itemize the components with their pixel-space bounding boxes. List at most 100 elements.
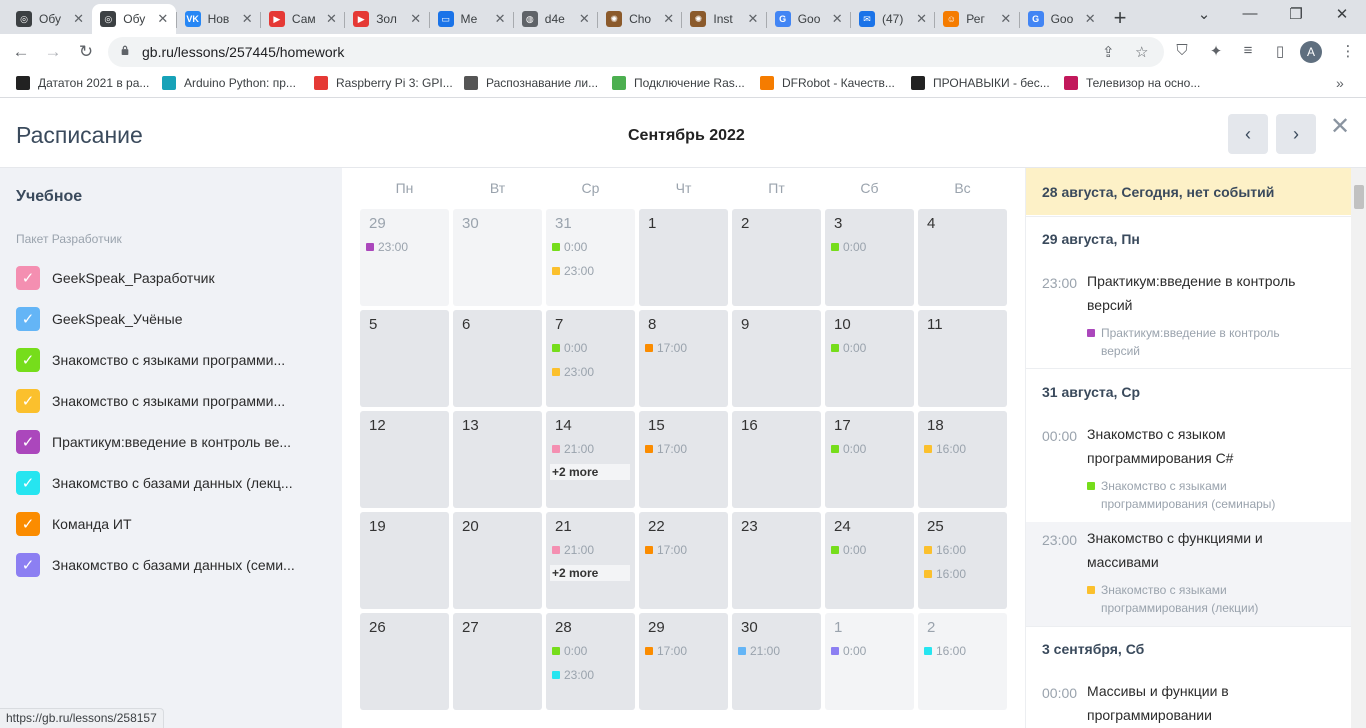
event-chip[interactable]: 17:00 [645,541,687,559]
day-cell[interactable]: 6 [453,310,542,407]
day-cell[interactable]: 20 [453,512,542,609]
browser-tab[interactable]: G Goo ✕ [1020,4,1104,34]
profile-avatar[interactable]: A [1300,41,1322,63]
calendar-filter-item[interactable]: ✓ Знакомство с базами данных (семи... [16,553,326,577]
bookmark-item[interactable]: Raspberry Pi 3: GPI... [314,76,453,90]
event-chip[interactable]: 16:00 [924,440,966,458]
day-cell[interactable]: 23 [732,512,821,609]
day-cell[interactable]: 7 0:00 23:00 [546,310,635,407]
agenda-event-title[interactable]: Практикум:введение в контроль версий [1087,269,1332,317]
browser-tab[interactable]: ◍ d4e ✕ [514,4,598,34]
share-icon[interactable]: ⇪ [1102,43,1115,61]
calendar-filter-item[interactable]: ✓ Команда ИТ [16,512,326,536]
bookmarks-overflow-icon[interactable]: » [1336,75,1344,91]
day-cell[interactable]: 14 21:00 +2 more [546,411,635,508]
event-chip[interactable]: 0:00 [552,642,587,660]
browser-menu-icon[interactable]: ⋮ [1338,42,1358,60]
close-tab-icon[interactable]: ✕ [1085,11,1096,27]
agenda-scrollbar[interactable] [1351,168,1366,728]
day-cell[interactable]: 2 [732,209,821,306]
event-chip[interactable]: 0:00 [831,238,866,256]
close-tab-icon[interactable]: ✕ [1000,11,1011,27]
more-events-link[interactable]: +2 more [550,464,630,480]
close-tab-icon[interactable]: ✕ [663,11,674,27]
browser-tab[interactable]: G Goo ✕ [767,4,851,34]
day-cell[interactable]: 9 [732,310,821,407]
calendar-filter-item[interactable]: ✓ GeekSpeak_Разработчик [16,266,326,290]
browser-tab[interactable]: ▭ Ме ✕ [430,4,514,34]
calendar-filter-item[interactable]: ✓ Практикум:введение в контроль ве... [16,430,326,454]
browser-tab[interactable]: ▶ Сам ✕ [261,4,345,34]
calendar-checkbox[interactable]: ✓ [16,553,40,577]
close-tab-icon[interactable]: ✕ [73,11,84,27]
event-chip[interactable]: 0:00 [552,238,587,256]
tab-search-icon[interactable]: ⌄ [1192,5,1216,23]
more-events-link[interactable]: +2 more [550,565,630,581]
day-cell[interactable]: 1 [639,209,728,306]
day-cell[interactable]: 30 21:00 [732,613,821,710]
bookmark-star-icon[interactable]: ☆ [1135,43,1148,61]
browser-tab[interactable]: VK Нов ✕ [177,4,261,34]
event-chip[interactable]: 17:00 [645,642,687,660]
day-cell[interactable]: 29 23:00 [360,209,449,306]
close-tab-icon[interactable]: ✕ [832,11,843,27]
day-cell[interactable]: 16 [732,411,821,508]
media-queue-icon[interactable]: ≡ [1238,42,1258,59]
day-cell[interactable]: 22 17:00 [639,512,728,609]
bookmark-item[interactable]: Телевизор на осно... [1064,76,1200,90]
day-cell[interactable]: 3 0:00 [825,209,914,306]
day-cell[interactable]: 30 [453,209,542,306]
bookmark-item[interactable]: Arduino Python: пр... [162,76,296,90]
day-cell[interactable]: 26 [360,613,449,710]
calendar-filter-item[interactable]: ✓ Знакомство с языками программи... [16,348,326,372]
forward-icon[interactable]: → [41,40,65,64]
close-tab-icon[interactable]: ✕ [410,11,421,27]
bookmark-item[interactable]: Подключение Ras... [612,76,745,90]
close-tab-icon[interactable]: ✕ [495,11,506,27]
event-chip[interactable]: 16:00 [924,642,966,660]
close-tab-icon[interactable]: ✕ [747,11,758,27]
day-cell[interactable]: 13 [453,411,542,508]
day-cell[interactable]: 4 [918,209,1007,306]
side-panel-icon[interactable]: ▯ [1270,42,1290,60]
browser-tab[interactable]: ☺ Рег ✕ [935,4,1019,34]
event-chip[interactable]: 0:00 [831,440,866,458]
event-chip[interactable]: 17:00 [645,339,687,357]
prev-month-button[interactable]: ‹ [1228,114,1268,154]
calendar-checkbox[interactable]: ✓ [16,348,40,372]
day-cell[interactable]: 21 21:00 +2 more [546,512,635,609]
day-cell[interactable]: 24 0:00 [825,512,914,609]
day-cell[interactable]: 18 16:00 [918,411,1007,508]
agenda-event-title[interactable]: Знакомство с функциями и массивами [1087,526,1332,574]
day-cell[interactable]: 17 0:00 [825,411,914,508]
calendar-filter-item[interactable]: ✓ Знакомство с языками программи... [16,389,326,413]
close-schedule-icon[interactable]: ✕ [1330,112,1350,141]
event-chip[interactable]: 23:00 [552,262,594,280]
day-cell[interactable]: 15 17:00 [639,411,728,508]
event-chip[interactable]: 0:00 [552,339,587,357]
event-chip[interactable]: 23:00 [552,666,594,684]
day-cell[interactable]: 5 [360,310,449,407]
close-tab-icon[interactable]: ✕ [916,11,927,27]
close-tab-icon[interactable]: ✕ [326,11,337,27]
bookmark-item[interactable]: Распознавание ли... [464,76,598,90]
day-cell[interactable]: 19 [360,512,449,609]
calendar-checkbox[interactable]: ✓ [16,512,40,536]
event-chip[interactable]: 23:00 [552,363,594,381]
new-tab-icon[interactable]: + [1108,5,1132,31]
event-chip[interactable]: 21:00 [552,541,594,559]
browser-tab[interactable]: ✺ Cho ✕ [598,4,682,34]
close-tab-icon[interactable]: ✕ [157,11,168,27]
event-chip[interactable]: 0:00 [831,541,866,559]
calendar-filter-item[interactable]: ✓ GeekSpeak_Учёные [16,307,326,331]
event-chip[interactable]: 0:00 [831,339,866,357]
maximize-icon[interactable]: ❐ [1284,5,1308,23]
calendar-checkbox[interactable]: ✓ [16,307,40,331]
browser-tab[interactable]: ▶ Зол ✕ [345,4,429,34]
bookmark-item[interactable]: ПРОНАВЫКИ - бес... [911,76,1050,90]
browser-tab[interactable]: ◎ Обу ✕ [92,4,177,34]
event-chip[interactable]: 23:00 [366,238,408,256]
calendar-checkbox[interactable]: ✓ [16,430,40,454]
calendar-checkbox[interactable]: ✓ [16,389,40,413]
browser-tab[interactable]: ✉ (47) ✕ [851,4,935,34]
